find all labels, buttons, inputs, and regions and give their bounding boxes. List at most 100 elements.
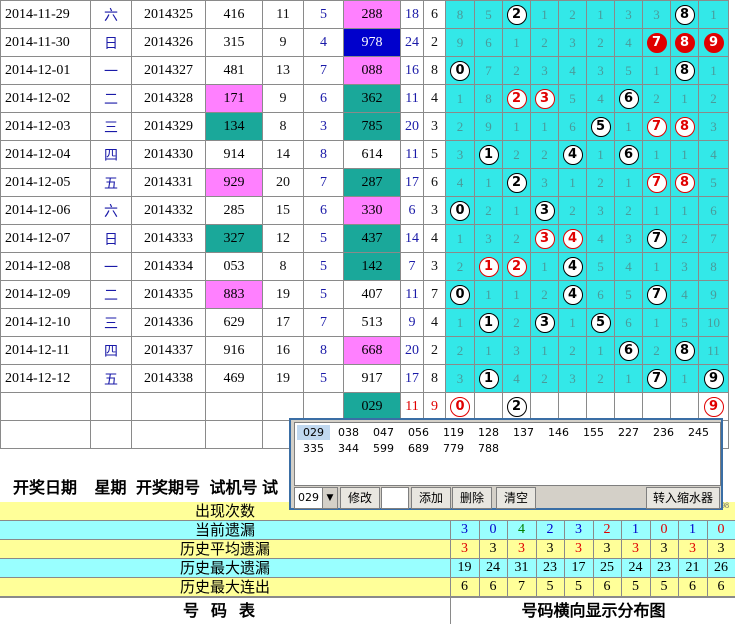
distribution-cell-3: 3: [530, 56, 559, 85]
popup-list-item[interactable]: 047: [367, 425, 400, 440]
header-period[interactable]: 开奖期号: [131, 474, 205, 502]
popup-list-item[interactable]: 335: [297, 441, 330, 456]
popup-list-item[interactable]: 344: [332, 441, 365, 456]
stats-value: 26: [706, 559, 735, 577]
distribution-cell-1: 9: [474, 112, 503, 141]
trial-number: 629: [205, 308, 263, 337]
number-input[interactable]: [381, 487, 409, 509]
popup-list-item[interactable]: 119: [437, 425, 470, 440]
modify-button[interactable]: 修改: [340, 487, 380, 509]
popup-list-item[interactable]: 029: [297, 425, 330, 440]
table-row[interactable]: 2014-11-29 六 2014325 416 11 5 288 18 6 8 5 2 1 2 1 3 3 8 1: [0, 0, 729, 29]
distribution-cell-2: 1: [502, 112, 531, 141]
chevron-down-icon[interactable]: ▼: [322, 488, 337, 508]
weekday: 四: [90, 140, 132, 169]
distribution-cell-6: 3: [614, 224, 643, 253]
distribution-cell-4: 4: [558, 140, 587, 169]
transfer-to-shrinker-button[interactable]: 转入缩水器: [646, 487, 720, 509]
table-row[interactable]: 2014-12-11 四 2014337 916 16 8 668 20 2 2 1 3 1 2 1 6 2 8 1…: [0, 336, 729, 365]
table-row[interactable]: 2014-12-03 三 2014329 134 8 3 785 20 3 2 9 1 1 6 5 1 7 8 3: [0, 112, 729, 141]
table-row[interactable]: 2014-12-10 三 2014336 629 17 7 513 9 4 1 1 2 3 1 5 6 1 5 10: [0, 308, 729, 337]
ball-number: 0: [450, 284, 470, 305]
distribution-cell-5: 6: [586, 280, 615, 309]
popup-list-item[interactable]: 038: [332, 425, 365, 440]
pending-dist-cell-2: 2: [502, 392, 531, 421]
popup-list-item[interactable]: 137: [507, 425, 540, 440]
winning-number: 088: [343, 56, 401, 85]
draw-date: 2014-11-29: [0, 0, 91, 29]
popup-list-item[interactable]: 689: [402, 441, 435, 456]
delete-button[interactable]: 删除: [452, 487, 492, 509]
trial-value-2: 5: [303, 224, 344, 253]
distribution-cell-2: 2: [502, 252, 531, 281]
clear-button[interactable]: 清空: [496, 487, 536, 509]
trial-value-1: 19: [262, 280, 304, 309]
distribution-cell-1: 1: [474, 168, 503, 197]
table-row[interactable]: 2014-12-02 二 2014328 171 9 6 362 11 4 1 8 2 3 5 4 6 2 1 2: [0, 84, 729, 113]
span-value: 11: [400, 140, 424, 169]
popup-list-item[interactable]: 245: [682, 425, 715, 440]
popup-list-item[interactable]: 788: [472, 441, 505, 456]
period-number: 2014325: [131, 0, 206, 29]
ball-number: 0: [450, 60, 470, 81]
pending-dist-cell-9: 9: [698, 392, 729, 421]
table-row[interactable]: 2014-11-30 日 2014326 315 9 4 978 24 2 9 6 1 2 3 2 4 7 8 9: [0, 28, 729, 57]
table-row-pending[interactable]: 029 11 9 0 2 9: [0, 392, 729, 421]
distribution-cell-1: 1: [474, 364, 503, 393]
distribution-cell-6: 1: [614, 364, 643, 393]
table-row[interactable]: 2014-12-01 一 2014327 481 13 7 088 16 8 0 7 2 3 4 3 5 1 8 1: [0, 56, 729, 85]
table-row[interactable]: 2014-12-05 五 2014331 929 20 7 287 17 6 4 1 2 3 1 2 1 7 8 5: [0, 168, 729, 197]
trial-value-2: 5: [303, 280, 344, 309]
header-trial[interactable]: 试机号: [205, 474, 262, 502]
add-button[interactable]: 添加: [411, 487, 451, 509]
stats-value: 6: [592, 578, 621, 596]
table-row[interactable]: 2014-12-04 四 2014330 914 14 8 614 11 5 3 1 2 2 4 1 6 1 1 4: [0, 140, 729, 169]
trial-number: 883: [205, 280, 263, 309]
stats-label: 历史最大遗漏: [179, 559, 270, 577]
distribution-cell-4: 3: [558, 364, 587, 393]
stats-row: 当前遗漏 3 0 4 2 3 2 1 0 1 0: [0, 521, 735, 540]
popup-list-item[interactable]: 599: [367, 441, 400, 456]
stats-value: 4: [507, 521, 535, 539]
popup-list-item[interactable]: 236: [647, 425, 680, 440]
popup-list-item[interactable]: 227: [612, 425, 645, 440]
pending-dist-cell-3: [530, 392, 559, 421]
stats-value: 6: [478, 578, 507, 596]
stats-value: 3: [592, 540, 621, 558]
table-row[interactable]: 2014-12-09 二 2014335 883 19 5 407 11 7 0 1 1 2 4 6 5 7 4 9: [0, 280, 729, 309]
popup-list-item[interactable]: 056: [402, 425, 435, 440]
header-trial-partial[interactable]: 试机: [262, 474, 292, 502]
table-row[interactable]: 2014-12-06 六 2014332 285 15 6 330 6 3 0 2 1 3 2 3 2 1 1 6: [0, 196, 729, 225]
trial-value-2: 8: [303, 140, 344, 169]
distribution-cell-9: 2: [698, 84, 729, 113]
distribution-cell-6: 4: [614, 28, 643, 57]
distribution-cell-7: 2: [642, 336, 671, 365]
distribution-cell-2: 2: [502, 168, 531, 197]
distribution-cell-5: 5: [586, 308, 615, 337]
header-date[interactable]: 开奖日期: [0, 474, 90, 502]
distribution-cell-4: 5: [558, 84, 587, 113]
popup-list-item[interactable]: 146: [542, 425, 575, 440]
number-list[interactable]: 029 038 047 056 119 128 137 146 155 227 236 245 335 3…: [294, 422, 721, 486]
popup-list-item[interactable]: 779: [437, 441, 470, 456]
ball-number: 7: [646, 228, 667, 249]
ball-number: 8: [674, 116, 695, 137]
distribution-cell-8: 1: [670, 196, 699, 225]
table-row[interactable]: 2014-12-08 一 2014334 053 8 5 142 7 3 2 1 2 1 4 5 4 1 3 8: [0, 252, 729, 281]
header-week[interactable]: 星期: [90, 474, 131, 502]
weekday: 日: [90, 28, 132, 57]
distribution-cell-8: 5: [670, 308, 699, 337]
pending-dist-cell-1: [474, 392, 503, 421]
table-row[interactable]: 2014-12-12 五 2014338 469 19 5 917 17 8 3 1 4 2 3 2 1 7 1 9: [0, 364, 729, 393]
popup-list-item[interactable]: 155: [577, 425, 610, 440]
number-combo[interactable]: 029 ▼: [294, 487, 338, 509]
distribution-cell-6: 6: [614, 308, 643, 337]
stats-value: 2: [535, 521, 564, 539]
stats-value: 0: [706, 521, 735, 539]
popup-list-item[interactable]: 128: [472, 425, 505, 440]
table-row[interactable]: 2014-12-07 日 2014333 327 12 5 437 14 4 1 3 2 3 4 4 3 7 2 7: [0, 224, 729, 253]
distribution-cell-3: 3: [530, 168, 559, 197]
weekday: 六: [90, 0, 132, 29]
stats-panel: 出现次数140013061410142014291396140414061421…: [0, 502, 735, 597]
span-value: 24: [400, 28, 424, 57]
